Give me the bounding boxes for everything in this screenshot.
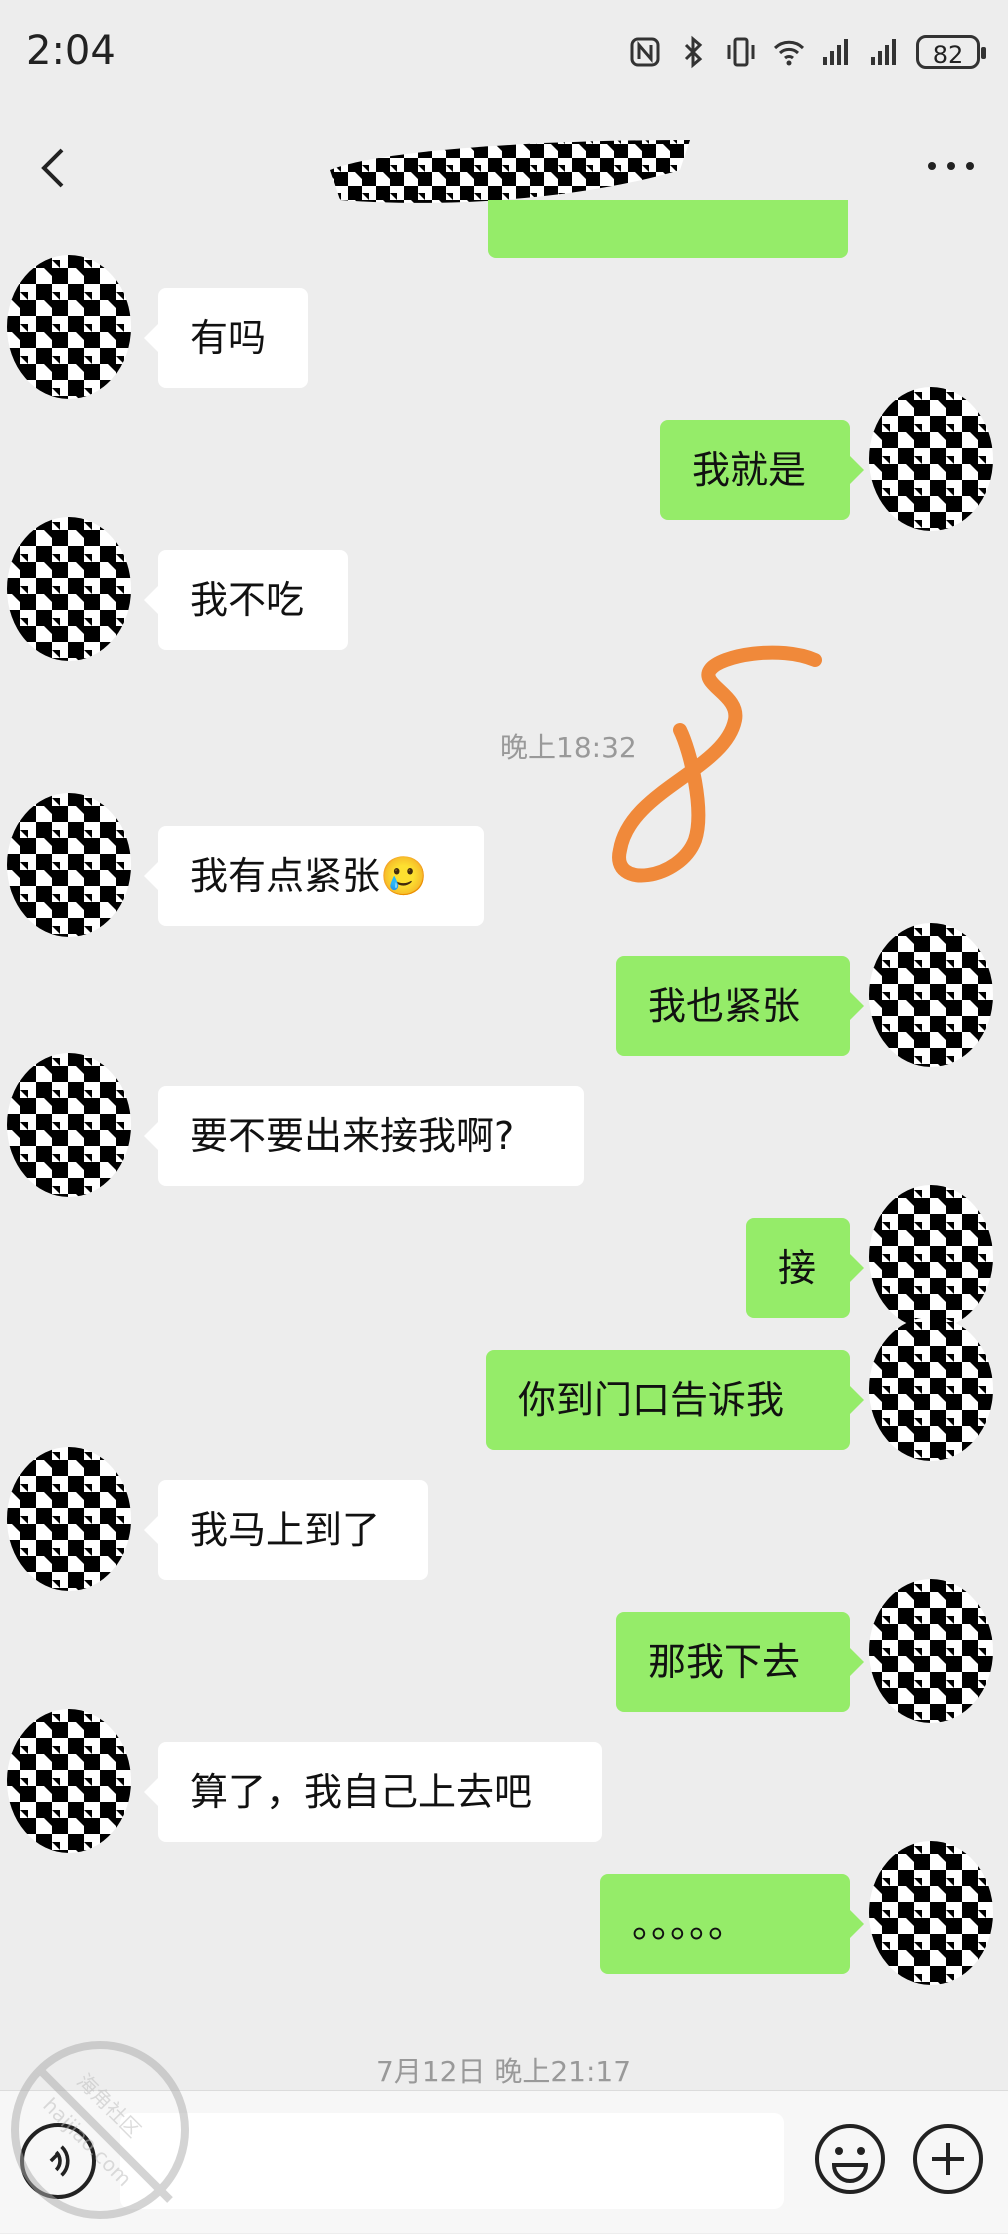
- avatar[interactable]: [4, 1706, 134, 1856]
- avatar[interactable]: [866, 920, 996, 1070]
- sent-message[interactable]: 。。。。。: [600, 1874, 864, 1974]
- signal-icon: [823, 39, 848, 65]
- sent-message[interactable]: 你到门口告诉我: [486, 1350, 864, 1450]
- watermark: 海角社区 haijiao.com: [0, 2030, 210, 2230]
- back-icon[interactable]: [30, 138, 80, 198]
- received-message[interactable]: 我马上到了: [144, 1480, 428, 1580]
- received-message[interactable]: 有吗: [144, 288, 308, 388]
- avatar[interactable]: [4, 790, 134, 940]
- chat-title-redacted: [330, 140, 690, 203]
- plus-icon[interactable]: [910, 2121, 986, 2197]
- received-message[interactable]: 我有点紧张🥲: [144, 826, 484, 926]
- emoji-icon[interactable]: [812, 2121, 888, 2197]
- vibrate-icon: [727, 37, 755, 67]
- avatar[interactable]: [866, 384, 996, 534]
- status-icons: 82: [628, 30, 986, 74]
- status-bar: 2:04 82: [0, 0, 1008, 110]
- timestamp: 7月12日 晚上21:17: [376, 2055, 632, 2088]
- avatar[interactable]: [866, 1838, 996, 1988]
- message-input[interactable]: [120, 2113, 784, 2209]
- avatar[interactable]: [4, 1444, 134, 1594]
- avatar[interactable]: [4, 514, 134, 664]
- partial-message-bubble: [488, 200, 848, 258]
- wifi-icon: [773, 40, 805, 66]
- watermark-logo: [11, 2041, 189, 2219]
- avatar[interactable]: [866, 1576, 996, 1726]
- sent-message[interactable]: 我也紧张: [616, 956, 864, 1056]
- avatar[interactable]: [4, 1050, 134, 1200]
- received-message[interactable]: 算了，我自己上去吧: [144, 1742, 602, 1842]
- received-message[interactable]: 要不要出来接我啊?: [144, 1086, 584, 1186]
- sent-message[interactable]: 我就是: [660, 420, 864, 520]
- status-time: 2:04: [26, 28, 116, 74]
- avatar[interactable]: [866, 1314, 996, 1464]
- avatar[interactable]: [4, 252, 134, 402]
- signal-icon-2: [871, 39, 896, 65]
- battery-indicator: 82: [916, 35, 986, 69]
- sent-message[interactable]: 那我下去: [616, 1612, 864, 1712]
- avatar[interactable]: [866, 1182, 996, 1332]
- bluetooth-icon: [684, 35, 703, 69]
- sent-message[interactable]: 接: [746, 1218, 864, 1318]
- nfc-icon: [630, 37, 660, 67]
- more-icon[interactable]: [916, 140, 986, 190]
- scribble-annotation: [612, 645, 822, 883]
- received-message[interactable]: 我不吃: [144, 550, 348, 650]
